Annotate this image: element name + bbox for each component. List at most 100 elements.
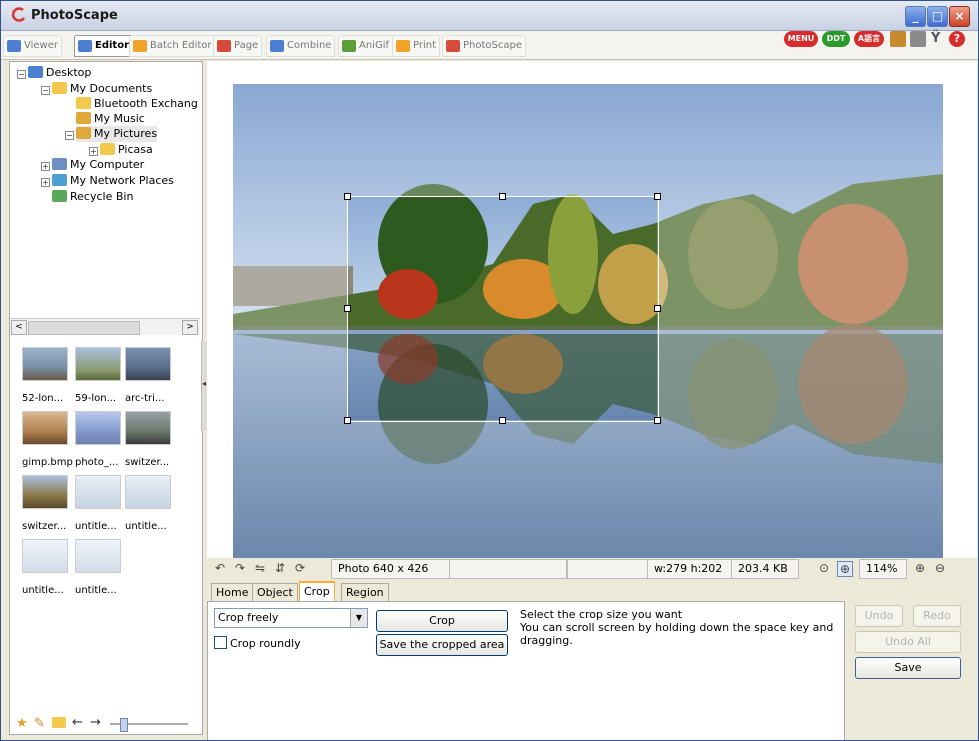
thumbnail-image [75,347,121,381]
tree-label: Picasa [118,143,153,156]
thumbnail-item[interactable]: photo_... [75,411,121,468]
tree-item-my-music[interactable]: My Music [76,111,145,127]
expander-minus-icon[interactable]: − [65,131,74,140]
tab-print[interactable]: Print [392,35,441,57]
flip-vertical-icon[interactable]: ⇵ [273,561,287,575]
expander-plus-icon[interactable]: + [41,162,50,171]
tab-object[interactable]: Object [252,583,298,602]
checkbox-box[interactable] [214,636,227,649]
chevron-down-icon[interactable]: ▼ [350,609,367,627]
thumbnail-item[interactable]: switzer... [22,475,68,532]
tab-photoscape[interactable]: PhotoScape [442,35,526,57]
tab-combine[interactable]: Combine [266,35,336,57]
slider-handle[interactable] [120,718,128,732]
crop-handle[interactable] [344,305,351,312]
thumbnail-image [22,475,68,509]
crop-selection[interactable] [347,196,659,422]
expander-minus-icon[interactable]: − [17,70,26,79]
copy-icon[interactable] [910,31,926,47]
undo-all-button[interactable]: Undo All [855,631,961,653]
tree-item-my-network-places[interactable]: My Network Places [52,173,174,189]
tab-editor[interactable]: Editor [74,35,133,57]
crop-button[interactable]: Crop [376,610,508,632]
photo-viewer[interactable] [233,84,943,558]
tab-batch-editor[interactable]: Batch Editor [129,35,216,57]
edit-panel: Home Object Crop Region Crop freely ▼ Cr… [207,581,978,740]
thumbnail-item[interactable]: switzer... [125,411,171,468]
tree-item-bluetooth-exchange[interactable]: Bluetooth Exchang [76,96,198,112]
flip-horizontal-icon[interactable]: ⇋ [253,561,267,575]
maximize-button[interactable]: □ [927,6,948,27]
tree-horizontal-scrollbar[interactable]: < > [10,318,200,335]
collapse-arrow-icon[interactable]: ◂ [202,379,206,388]
scroll-left-icon[interactable]: < [11,320,27,335]
rotate-left-icon[interactable]: ↶ [213,561,227,575]
redo-button[interactable]: Redo [913,605,961,627]
scroll-thumb[interactable] [28,321,140,335]
star-icon[interactable]: ★ [16,716,28,731]
crop-handle[interactable] [344,193,351,200]
help-icon[interactable]: ? [949,31,965,47]
menu-button[interactable]: MENU [784,31,818,47]
zoom-actual-icon[interactable]: ⊙ [817,561,831,575]
tab-viewer[interactable]: Viewer [3,35,62,57]
thumbnail-item[interactable]: gimp.bmp [22,411,73,468]
tab-region[interactable]: Region [341,583,389,602]
expander-minus-icon[interactable]: − [41,86,50,95]
thumbnail-item[interactable]: 59-lon... [75,347,121,404]
viewer-icon [7,40,21,52]
thumbnail-item[interactable]: untitle... [75,539,121,596]
zoom-out-icon[interactable]: ⊖ [933,561,947,575]
crop-handle[interactable] [499,417,506,424]
thumbnail-item[interactable]: arc-tri... [125,347,171,404]
save-button[interactable]: Save [855,657,961,679]
crop-mode-select[interactable]: Crop freely ▼ [214,608,368,628]
thumbnail-label: gimp.bmp [22,457,73,468]
thumbnail-label: untitle... [22,585,64,596]
thumbnail-item[interactable]: untitle... [125,475,171,532]
edit-folder-icon[interactable]: ✎ [34,716,45,731]
tab-label: Editor [95,40,129,51]
scroll-right-icon[interactable]: > [182,320,198,335]
ddt-button[interactable]: DDT [822,31,850,47]
language-button[interactable]: A語言 [854,31,884,47]
back-arrow-icon[interactable]: ← [72,715,83,730]
zoom-in-icon[interactable]: ⊕ [913,561,927,575]
close-button[interactable]: × [949,6,970,27]
rotate-right-icon[interactable]: ↷ [233,561,247,575]
tab-anigif[interactable]: AniGif [338,35,394,57]
crop-roundly-checkbox[interactable]: Crop roundly [214,636,301,650]
thumbnail-image [22,411,68,445]
thumbnail-item[interactable]: untitle... [75,475,121,532]
tree-item-my-computer[interactable]: My Computer [52,157,144,173]
tree-label: My Network Places [70,174,174,187]
minimize-button[interactable]: _ [905,6,926,27]
crop-handle[interactable] [654,193,661,200]
crop-handle[interactable] [654,417,661,424]
tree-item-picasa[interactable]: Picasa [100,142,153,158]
undo-button[interactable]: Undo [855,605,903,627]
zoom-fit-icon[interactable]: ⊕ [837,561,853,577]
thumbnail-item[interactable]: 52-lon... [22,347,68,404]
thumbnail-label: untitle... [125,521,167,532]
tab-home[interactable]: Home [211,583,254,602]
expander-plus-icon[interactable]: + [89,147,98,156]
print-icon [396,40,410,52]
tab-page[interactable]: Page [213,35,263,57]
crop-handle[interactable] [654,305,661,312]
thumbnail-item[interactable]: untitle... [22,539,68,596]
tree-item-desktop[interactable]: Desktop [28,65,91,81]
tab-label: AniGif [359,40,390,51]
save-cropped-area-button[interactable]: Save the cropped area [376,634,508,656]
tree-item-recycle-bin[interactable]: Recycle Bin [52,189,133,205]
folder-icon[interactable] [52,717,66,728]
frame-icon[interactable] [890,31,906,47]
rotate-arbitrary-icon[interactable]: ⟳ [293,561,307,575]
crop-handle[interactable] [344,417,351,424]
crop-handle[interactable] [499,193,506,200]
tree-item-my-documents[interactable]: My Documents [52,81,152,97]
tools-icon[interactable]: Ÿ [931,31,941,47]
tree-item-my-pictures[interactable]: My Pictures [76,126,158,142]
forward-arrow-icon[interactable]: → [90,715,101,730]
expander-plus-icon[interactable]: + [41,178,50,187]
